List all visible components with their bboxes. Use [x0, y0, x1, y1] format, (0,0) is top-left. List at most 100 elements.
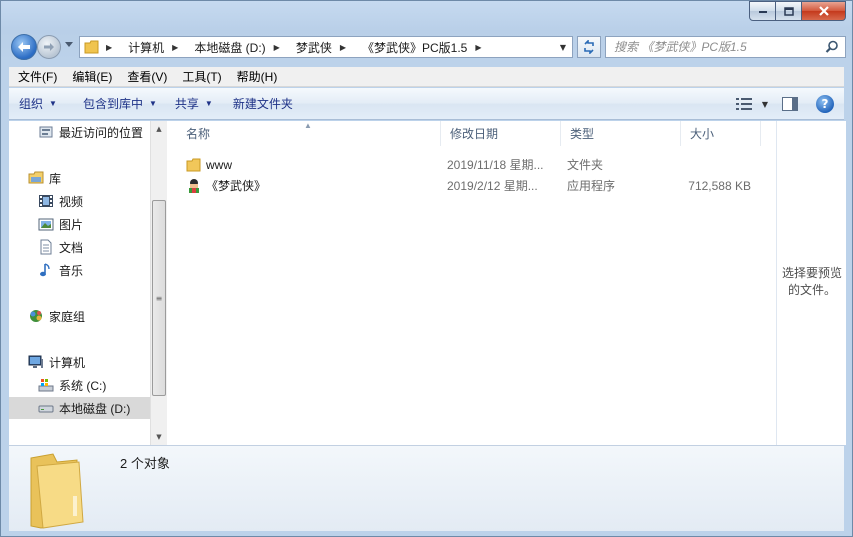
recent-pages-dropdown-icon[interactable] — [65, 42, 73, 48]
include-in-library-button[interactable]: 包含到库中 ▼ — [83, 95, 157, 112]
file-date: 2019/2/12 星期... — [447, 179, 538, 193]
nav-item-libraries[interactable]: 库 — [28, 167, 168, 189]
address-dropdown-icon[interactable]: ▼ — [560, 43, 566, 52]
new-folder-button[interactable]: 新建文件夹 — [233, 95, 293, 112]
organize-button[interactable]: 组织 ▼ — [19, 95, 57, 112]
recent-places-icon — [38, 124, 54, 140]
maximize-icon — [783, 6, 794, 16]
chevron-right-icon[interactable]: ▶ — [340, 43, 346, 52]
column-header-row: 名称 ▲ 修改日期 类型 大小 — [168, 121, 776, 146]
forward-button[interactable] — [37, 35, 61, 59]
chevron-right-icon[interactable]: ▶ — [475, 43, 481, 52]
menu-tools[interactable]: 工具(T) — [173, 68, 227, 85]
share-label: 共享 — [174, 97, 199, 111]
chevron-right-icon[interactable]: ▶ — [106, 43, 112, 52]
minimize-button[interactable] — [749, 1, 776, 21]
back-button[interactable] — [11, 34, 37, 60]
file-name: www — [206, 157, 232, 172]
breadcrumb-computer[interactable]: 计算机 — [128, 39, 164, 56]
new-folder-label: 新建文件夹 — [232, 97, 293, 111]
column-header-type[interactable]: 类型 — [561, 121, 681, 146]
chevron-right-icon[interactable]: ▶ — [172, 43, 178, 52]
column-header-size[interactable]: 大小 — [681, 121, 761, 146]
search-box[interactable] — [605, 36, 846, 58]
item-count: 2 个对象 — [120, 456, 170, 471]
music-icon — [38, 262, 54, 278]
chevron-down-icon: ▼ — [49, 99, 57, 108]
search-input[interactable] — [614, 40, 814, 54]
file-list-pane: 名称 ▲ 修改日期 类型 大小 www 2019/11/18 星期... 文件夹… — [168, 121, 776, 445]
menu-edit[interactable]: 编辑(E) — [63, 68, 118, 85]
homegroup-icon — [28, 308, 44, 324]
preview-message: 选择要预览 的文件。 — [777, 265, 847, 299]
change-view-button[interactable]: ▼ — [735, 98, 768, 110]
scroll-down-button[interactable]: ▼ — [151, 429, 167, 445]
refresh-button[interactable] — [577, 36, 601, 58]
nav-item-label: 计算机 — [49, 355, 86, 370]
help-icon[interactable]: ? — [816, 95, 834, 113]
breadcrumb-current-folder[interactable]: 《梦武侠》PC版1.5 — [362, 39, 467, 56]
folder-icon — [30, 453, 84, 529]
share-button[interactable]: 共享 ▼ — [175, 95, 213, 112]
refresh-icon — [584, 40, 594, 54]
explorer-window: ▶ 计算机 ▶ 本地磁盘 (D:) ▶ 梦武侠 ▶ 《梦武侠》PC版1.5 ▶ … — [0, 0, 853, 537]
file-type: 应用程序 — [567, 179, 616, 193]
menu-file[interactable]: 文件(F) — [9, 68, 63, 85]
close-icon — [818, 6, 829, 16]
column-header-name[interactable]: 名称 ▲ — [168, 121, 441, 146]
sort-ascending-icon: ▲ — [304, 121, 312, 130]
folder-icon — [84, 40, 99, 54]
include-in-library-label: 包含到库中 — [82, 97, 143, 111]
nav-item-label: 图片 — [59, 217, 84, 232]
arrow-right-icon — [44, 43, 54, 51]
details-view-icon — [735, 98, 752, 110]
nav-item-computer[interactable]: 计算机 — [28, 351, 168, 373]
navigation-row: ▶ 计算机 ▶ 本地磁盘 (D:) ▶ 梦武侠 ▶ 《梦武侠》PC版1.5 ▶ … — [9, 34, 846, 60]
column-type-label: 类型 — [570, 127, 595, 141]
address-bar[interactable]: ▶ 计算机 ▶ 本地磁盘 (D:) ▶ 梦武侠 ▶ 《梦武侠》PC版1.5 ▶ … — [79, 36, 573, 58]
details-pane: 2 个对象 — [9, 445, 844, 531]
preview-message-line: 的文件。 — [787, 283, 836, 297]
chevron-right-icon[interactable]: ▶ — [274, 43, 280, 52]
menu-help[interactable]: 帮助(H) — [228, 68, 284, 85]
content-area: 最近访问的位置 库 视频 图片 文档 音乐 家庭组 计算机 系统 (C:) 本地… — [9, 121, 847, 445]
scroll-up-button[interactable]: ▲ — [151, 121, 167, 137]
chevron-down-icon: ▼ — [148, 99, 157, 108]
column-header-date[interactable]: 修改日期 — [441, 121, 561, 146]
picture-icon — [38, 216, 54, 232]
nav-pane-scrollbar[interactable]: ▲ ≡ ▼ — [150, 121, 167, 445]
document-icon — [38, 239, 54, 255]
file-size: 712,588 KB — [688, 178, 751, 193]
file-row[interactable]: 《梦武侠》 2019/2/12 星期... 应用程序 712,588 KB — [168, 175, 776, 196]
nav-item-label: 库 — [49, 171, 62, 186]
file-row[interactable]: www 2019/11/18 星期... 文件夹 — [168, 154, 776, 175]
breadcrumb-label: 本地磁盘 (D:) — [194, 40, 266, 55]
organize-label: 组织 — [19, 97, 44, 111]
search-icon[interactable] — [825, 40, 839, 54]
file-name: 《梦武侠》 — [206, 179, 267, 193]
nav-item-label: 文档 — [59, 240, 84, 255]
nav-item-label: 家庭组 — [49, 309, 86, 324]
nav-item-label: 最近访问的位置 — [59, 125, 144, 140]
maximize-button[interactable] — [776, 1, 802, 21]
nav-item-label: 本地磁盘 (D:) — [59, 401, 131, 416]
minimize-icon — [758, 11, 767, 13]
nav-item-drive-d[interactable]: 本地磁盘 (D:) — [9, 397, 150, 419]
drive-icon — [38, 400, 54, 416]
navigation-pane: 最近访问的位置 库 视频 图片 文档 音乐 家庭组 计算机 系统 (C:) 本地… — [9, 121, 167, 445]
scroll-thumb[interactable]: ≡ — [152, 200, 166, 396]
breadcrumb-label: 《梦武侠》PC版1.5 — [361, 40, 468, 55]
chevron-down-icon[interactable]: ▼ — [762, 100, 768, 109]
breadcrumb-mengwuxia[interactable]: 梦武侠 — [296, 39, 332, 56]
breadcrumb-drive-d[interactable]: 本地磁盘 (D:) — [194, 39, 265, 56]
close-button[interactable] — [802, 1, 846, 21]
file-type: 文件夹 — [567, 158, 604, 172]
breadcrumb-label: 梦武侠 — [295, 40, 332, 55]
menu-view[interactable]: 查看(V) — [118, 68, 173, 85]
nav-item-label: 音乐 — [59, 263, 84, 278]
command-bar: 组织 ▼ 包含到库中 ▼ 共享 ▼ 新建文件夹 ▼ ? — [9, 88, 844, 120]
preview-pane-button[interactable] — [782, 97, 798, 111]
chevron-down-icon: ▼ — [204, 99, 213, 108]
arrow-left-icon — [18, 42, 30, 52]
nav-item-homegroup[interactable]: 家庭组 — [28, 305, 168, 327]
